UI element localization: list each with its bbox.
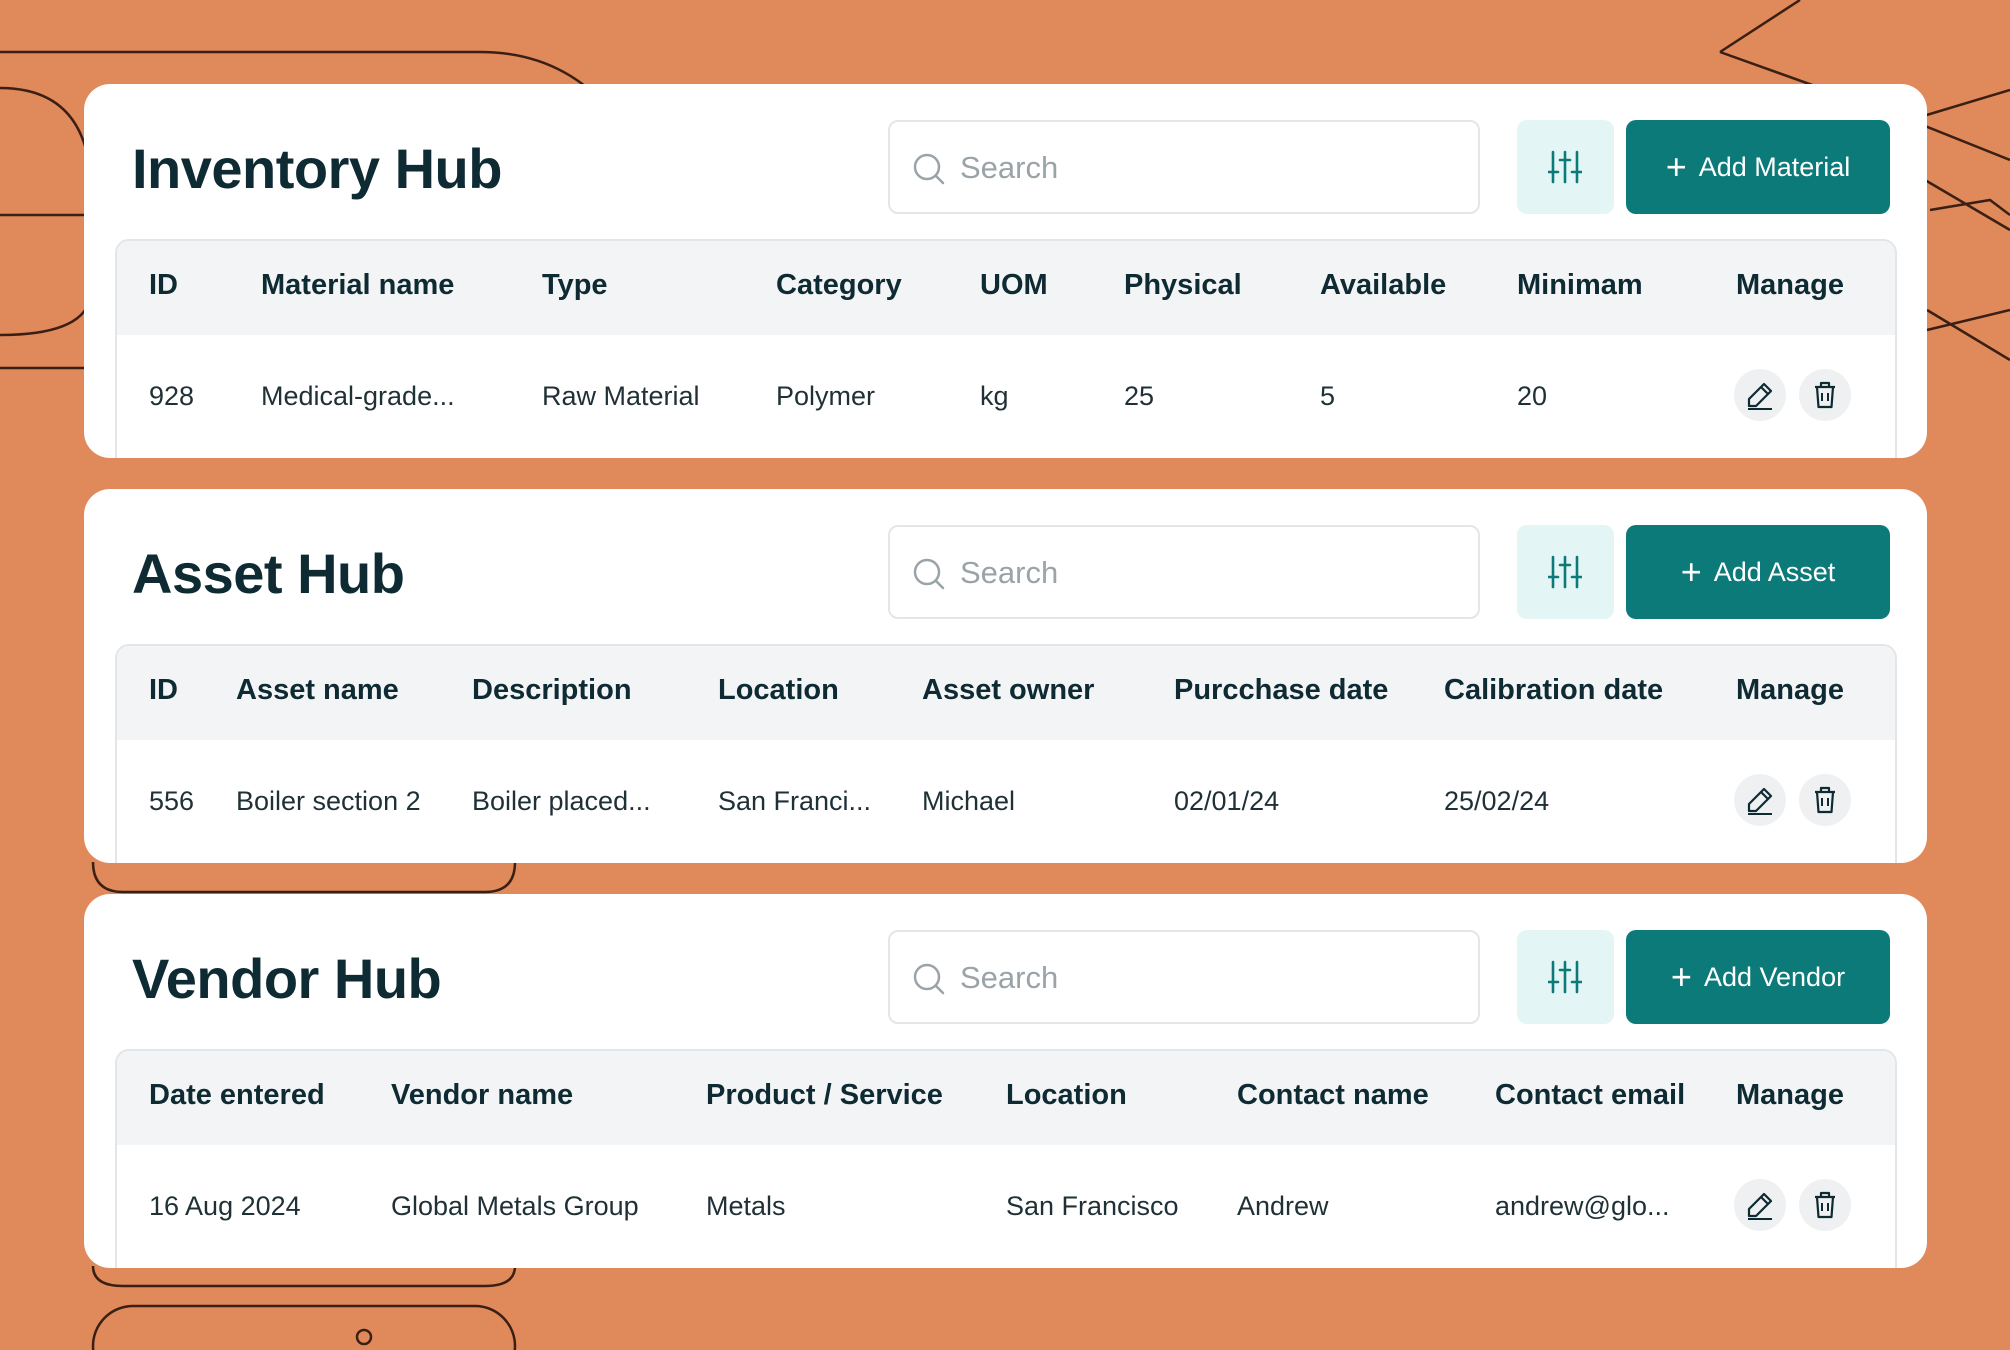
- column-header-description[interactable]: Description: [472, 674, 632, 707]
- edit-button[interactable]: [1734, 1179, 1786, 1231]
- inventory-search-input[interactable]: [960, 142, 1460, 194]
- search-icon: [913, 963, 945, 995]
- cell-product-service: Metals: [706, 1191, 786, 1221]
- cell-purchase-date: 02/01/24: [1174, 786, 1280, 816]
- column-header-physical[interactable]: Physical: [1124, 269, 1242, 302]
- column-header-calibration-date[interactable]: Calibration date: [1444, 674, 1663, 707]
- add-vendor-button[interactable]: + Add Vendor: [1626, 930, 1890, 1024]
- column-header-id[interactable]: ID: [149, 674, 178, 707]
- column-header-id[interactable]: ID: [149, 269, 178, 302]
- column-header-product-service[interactable]: Product / Service: [706, 1079, 943, 1112]
- inventory-search-box[interactable]: [888, 120, 1480, 214]
- cell-minimam: 20: [1517, 381, 1548, 411]
- cell-location: San Franci...: [718, 786, 872, 816]
- column-header-asset-owner[interactable]: Asset owner: [922, 674, 1094, 707]
- cell-material-name: Medical-grade...: [261, 381, 455, 411]
- cell-description: Boiler placed...: [472, 786, 651, 816]
- column-header-minimam[interactable]: Minimam: [1517, 269, 1643, 302]
- asset-search-input[interactable]: [960, 547, 1460, 599]
- add-asset-button[interactable]: + Add Asset: [1626, 525, 1890, 619]
- vendor-hub-title: Vendor Hub: [132, 947, 442, 1010]
- sliders-icon: [1548, 555, 1582, 589]
- column-header-type[interactable]: Type: [542, 269, 608, 302]
- plus-icon: +: [1680, 551, 1702, 592]
- vendor-search-box[interactable]: [888, 930, 1480, 1024]
- delete-button[interactable]: [1799, 774, 1851, 826]
- vendor-filter-button[interactable]: [1517, 930, 1614, 1024]
- sliders-icon: [1548, 150, 1582, 184]
- column-header-manage: Manage: [1736, 674, 1844, 706]
- column-header-manage: Manage: [1736, 1079, 1844, 1111]
- asset-table: ID Asset name Description Location Asset…: [115, 644, 1897, 863]
- column-header-vendor-name[interactable]: Vendor name: [391, 1079, 573, 1112]
- cell-available: 5: [1320, 381, 1336, 411]
- cell-asset-owner: Michael: [922, 786, 1016, 816]
- asset-hub-card: Asset Hub + Add Asset ID Asset name Desc…: [84, 489, 1927, 863]
- cell-asset-name: Boiler section 2: [236, 786, 421, 816]
- vendor-hub-card: Vendor Hub + Add Vendor Date entered Ven…: [84, 894, 1927, 1268]
- cell-physical: 25: [1124, 381, 1155, 411]
- add-vendor-label: Add Vendor: [1703, 961, 1846, 992]
- manage-actions: [1734, 1179, 1851, 1231]
- pencil-icon: [1747, 1192, 1773, 1220]
- vendor-search-input[interactable]: [960, 952, 1460, 1004]
- inventory-filter-button[interactable]: [1517, 120, 1614, 214]
- column-header-date-entered[interactable]: Date entered: [149, 1079, 325, 1112]
- cell-category: Polymer: [776, 381, 876, 411]
- cell-date-entered: 16 Aug 2024: [149, 1191, 301, 1221]
- column-header-location[interactable]: Location: [1006, 1079, 1127, 1112]
- column-header-asset-name[interactable]: Asset name: [236, 674, 399, 707]
- column-header-contact-email[interactable]: Contact email: [1495, 1079, 1685, 1112]
- cell-type: Raw Material: [542, 381, 700, 411]
- asset-filter-button[interactable]: [1517, 525, 1614, 619]
- cell-id: 928: [149, 381, 195, 411]
- cell-id: 556: [149, 786, 195, 816]
- add-material-label: Add Material: [1698, 151, 1851, 182]
- add-material-button[interactable]: + Add Material: [1626, 120, 1890, 214]
- column-header-available[interactable]: Available: [1320, 269, 1446, 302]
- plus-icon: +: [1670, 956, 1692, 997]
- column-header-contact-name[interactable]: Contact name: [1237, 1079, 1429, 1112]
- manage-actions: [1734, 774, 1851, 826]
- trash-icon: [1815, 381, 1835, 409]
- inventory-hub-card: Inventory Hub + Add Material ID Material…: [84, 84, 1927, 458]
- cell-contact-name: Andrew: [1237, 1191, 1329, 1221]
- search-icon: [913, 558, 945, 590]
- pencil-icon: [1747, 382, 1773, 410]
- inventory-table: ID Material name Type Category UOM Physi…: [115, 239, 1897, 458]
- search-icon: [913, 153, 945, 185]
- trash-icon: [1815, 1191, 1835, 1219]
- delete-button[interactable]: [1799, 1179, 1851, 1231]
- cell-vendor-name: Global Metals Group: [391, 1191, 639, 1221]
- asset-hub-title: Asset Hub: [132, 542, 405, 605]
- pencil-icon: [1747, 787, 1773, 815]
- column-header-location[interactable]: Location: [718, 674, 839, 707]
- manage-actions: [1734, 369, 1851, 421]
- plus-icon: +: [1665, 146, 1687, 187]
- trash-icon: [1815, 786, 1835, 814]
- cell-uom: kg: [980, 381, 1009, 411]
- column-header-material-name[interactable]: Material name: [261, 269, 454, 302]
- inventory-hub-title: Inventory Hub: [132, 137, 502, 200]
- asset-search-box[interactable]: [888, 525, 1480, 619]
- column-header-manage: Manage: [1736, 269, 1844, 301]
- cell-location: San Francisco: [1006, 1191, 1179, 1221]
- cell-calibration-date: 25/02/24: [1444, 786, 1550, 816]
- column-header-purchase-date[interactable]: Purcchase date: [1174, 674, 1388, 707]
- edit-button[interactable]: [1734, 369, 1786, 421]
- column-header-uom[interactable]: UOM: [980, 269, 1048, 302]
- vendor-table: Date entered Vendor name Product / Servi…: [115, 1049, 1897, 1268]
- column-header-category[interactable]: Category: [776, 269, 902, 302]
- edit-button[interactable]: [1734, 774, 1786, 826]
- sliders-icon: [1548, 960, 1582, 994]
- cell-contact-email: andrew@glo...: [1495, 1191, 1670, 1221]
- add-asset-label: Add Asset: [1713, 556, 1836, 587]
- delete-button[interactable]: [1799, 369, 1851, 421]
